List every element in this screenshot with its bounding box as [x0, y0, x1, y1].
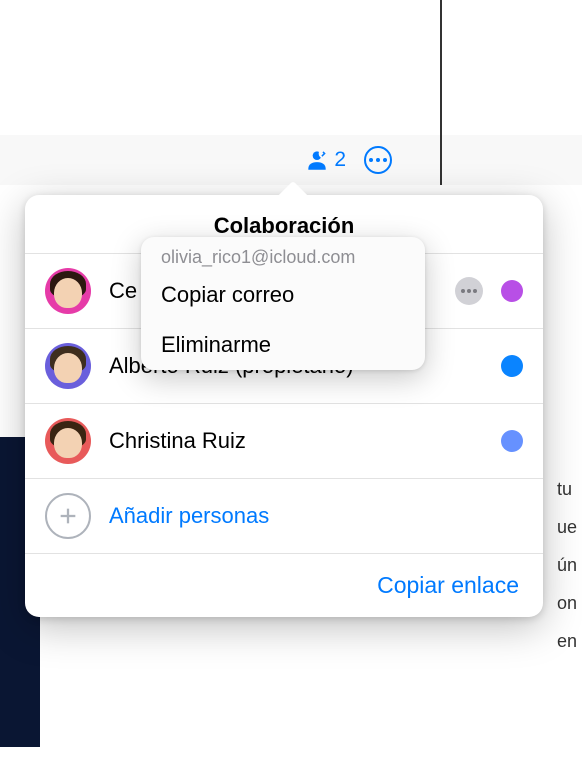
- memoji-icon: [45, 343, 91, 389]
- add-people-label: Añadir personas: [109, 503, 523, 529]
- context-menu: olivia_rico1@icloud.com Copiar correo El…: [141, 237, 425, 370]
- person-icon: [304, 147, 330, 173]
- avatar: [45, 343, 91, 389]
- copy-link-button[interactable]: Copiar enlace: [377, 572, 519, 599]
- dot-icon: [376, 158, 380, 162]
- collaborator-count: 2: [334, 148, 346, 172]
- cursor-color-dot: [501, 355, 523, 377]
- more-menu-button[interactable]: [364, 146, 392, 174]
- toolbar: 2: [0, 135, 582, 185]
- cursor-color-dot: [501, 280, 523, 302]
- collaboration-button[interactable]: 2: [304, 147, 346, 173]
- add-people-button[interactable]: Añadir personas: [25, 479, 543, 554]
- background-text: tu ue ún on en: [557, 470, 577, 660]
- collaborator-name: Christina Ruiz: [109, 428, 483, 454]
- avatar: [45, 418, 91, 464]
- popover-footer: Copiar enlace: [25, 554, 543, 617]
- memoji-icon: [45, 418, 91, 464]
- copy-email-button[interactable]: Copiar correo: [141, 270, 425, 320]
- cursor-color-dot: [501, 430, 523, 452]
- plus-icon: [45, 493, 91, 539]
- collaborator-row[interactable]: Christina Ruiz: [25, 404, 543, 479]
- context-email-label: olivia_rico1@icloud.com: [141, 237, 425, 270]
- row-more-button[interactable]: [455, 277, 483, 305]
- avatar: [45, 268, 91, 314]
- memoji-icon: [45, 268, 91, 314]
- dot-icon: [369, 158, 373, 162]
- dot-icon: [383, 158, 387, 162]
- remove-me-button[interactable]: Eliminarme: [141, 320, 425, 370]
